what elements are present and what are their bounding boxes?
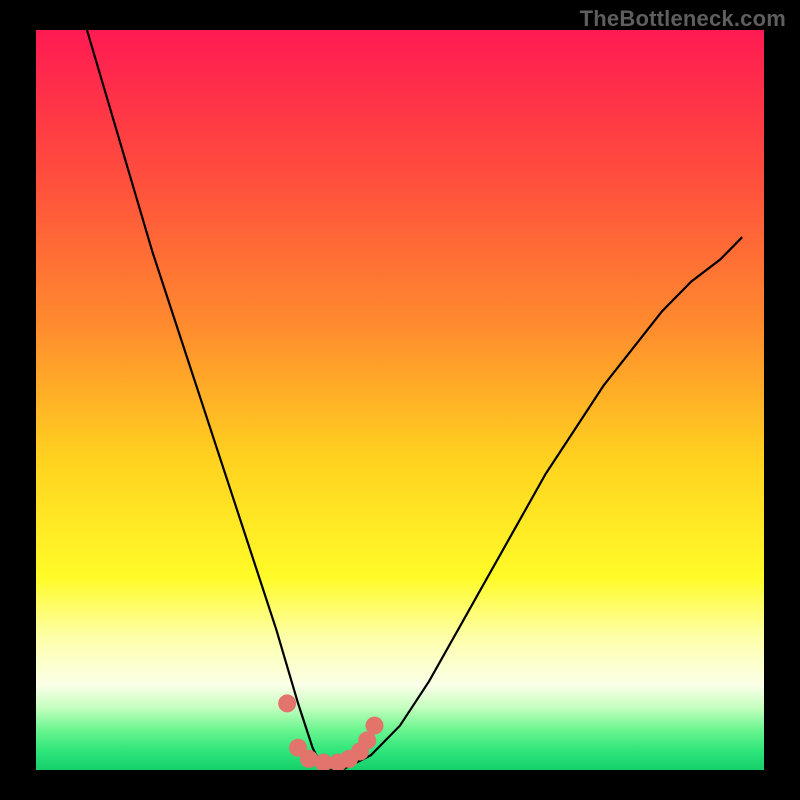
plot-background (36, 30, 764, 770)
curve-marker (278, 694, 296, 712)
chart-frame: TheBottleneck.com (0, 0, 800, 800)
bottleneck-chart (0, 0, 800, 800)
watermark-label: TheBottleneck.com (580, 6, 786, 32)
curve-marker (366, 717, 384, 735)
